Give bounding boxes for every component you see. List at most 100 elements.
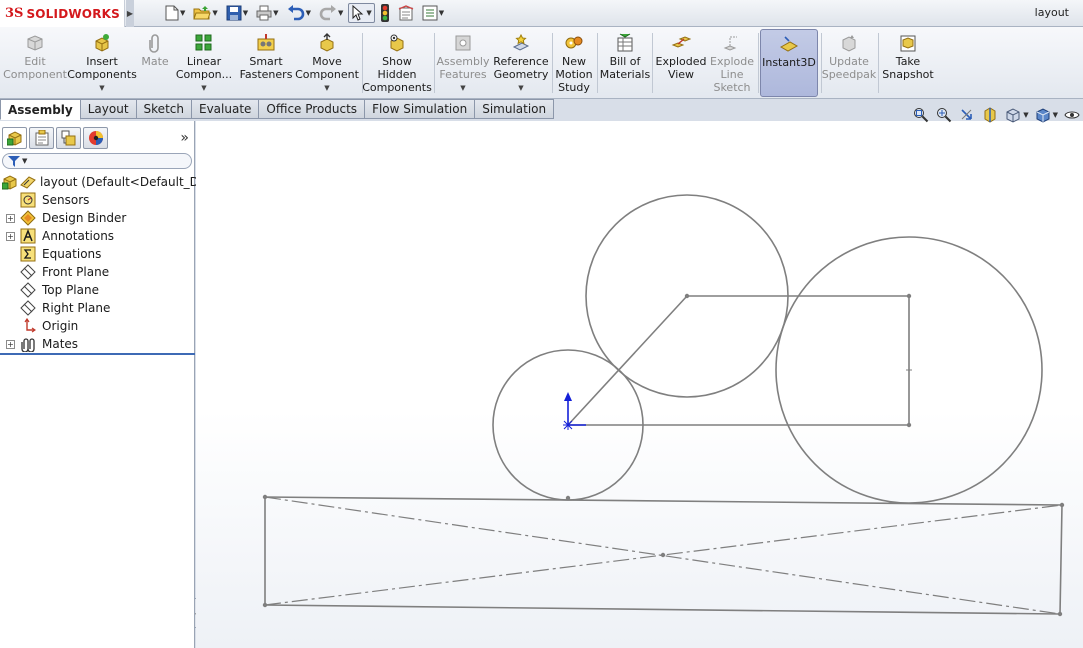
chevron-down-icon[interactable]: ▼ <box>306 9 311 17</box>
sketch-point[interactable] <box>660 552 666 558</box>
chevron-down-icon[interactable]: ▼ <box>243 9 248 17</box>
chevron-down-icon[interactable]: ▼ <box>460 82 465 95</box>
sketch-point[interactable] <box>262 602 268 608</box>
tab-sketch[interactable]: Sketch <box>136 99 192 119</box>
new-motion-study-button[interactable]: New Motion Study <box>554 29 594 97</box>
expand-plus-icon[interactable]: + <box>6 231 15 241</box>
sketch-point[interactable] <box>906 293 912 299</box>
smart-fasteners-button[interactable]: Smart Fasteners <box>238 29 294 97</box>
expand-plus-icon[interactable]: + <box>6 339 15 349</box>
tree-filter-input[interactable]: ▼ <box>2 153 192 169</box>
assembly-features-icon <box>455 35 471 51</box>
explode-line-sketch-label-2: Line <box>720 68 744 81</box>
bill-of-materials-label-2: Materials <box>599 68 651 81</box>
tree-item-annotations[interactable]: + Annotations <box>0 227 195 245</box>
chevron-down-icon[interactable]: ▼ <box>212 9 217 17</box>
sketch-line-diagonal[interactable] <box>567 295 688 426</box>
tree-item-right-plane[interactable]: Right Plane <box>0 299 195 317</box>
sketch-point[interactable] <box>684 293 690 299</box>
undo-button[interactable]: ▼ <box>284 3 314 23</box>
more-tabs-icon[interactable]: » <box>180 130 189 146</box>
tab-simulation[interactable]: Simulation <box>475 99 555 119</box>
explode-line-sketch-button[interactable]: Explode Line Sketch <box>708 29 756 97</box>
insert-components-button[interactable]: Insert Components ▼ <box>67 29 137 97</box>
tab-configuration-manager[interactable] <box>56 127 81 149</box>
undo-arrow-icon <box>287 5 304 21</box>
chevron-down-icon[interactable]: ▼ <box>518 82 523 95</box>
tree-item-top-plane[interactable]: Top Plane <box>0 281 195 299</box>
tab-featuremanager-tree[interactable] <box>2 127 27 149</box>
instant3d-button[interactable]: Instant3D <box>760 29 818 97</box>
linear-component-pattern-button[interactable]: Linear Compon... ▼ <box>176 29 232 97</box>
print-button[interactable]: ▼ <box>253 3 281 23</box>
tree-item-origin[interactable]: Origin <box>0 317 195 335</box>
chevron-down-icon[interactable]: ▼ <box>273 9 278 17</box>
edit-component-button[interactable]: Edit Component <box>3 29 67 97</box>
chevron-down-icon[interactable]: ▼ <box>1023 111 1028 119</box>
mate-button[interactable]: Mate <box>138 29 172 97</box>
chevron-down-icon[interactable]: ▼ <box>439 9 444 17</box>
edit-component-label-1: Edit <box>24 55 46 68</box>
chevron-down-icon[interactable]: ▼ <box>180 9 185 17</box>
save-button[interactable]: ▼ <box>223 3 251 23</box>
cursor-arrow-icon <box>352 5 364 21</box>
layout-sketch[interactable] <box>196 121 1083 648</box>
menu-expand-arrow-icon[interactable]: ▶ <box>126 0 134 27</box>
select-button[interactable]: ▼ <box>348 3 375 23</box>
tree-item-sensors[interactable]: Sensors <box>0 191 195 209</box>
sketch-point[interactable] <box>906 422 912 428</box>
tree-item-front-plane[interactable]: Front Plane <box>0 263 195 281</box>
tree-root-layout[interactable]: layout (Default<Default_Disp <box>0 173 216 191</box>
move-component-button[interactable]: Move Component ▼ <box>295 29 359 97</box>
chevron-down-icon[interactable]: ▼ <box>324 82 329 95</box>
file-properties-button[interactable] <box>395 3 417 23</box>
chevron-down-icon[interactable]: ▼ <box>366 9 371 17</box>
chevron-down-icon[interactable]: ▼ <box>99 82 104 95</box>
show-hidden-components-button[interactable]: Show Hidden Components <box>362 29 432 97</box>
insert-components-label-1: Insert <box>86 55 118 68</box>
tab-office-products[interactable]: Office Products <box>259 99 366 119</box>
tab-display-manager[interactable] <box>83 127 108 149</box>
toolbar-divider <box>878 33 879 93</box>
exploded-view-label-1: Exploded <box>655 55 707 68</box>
reference-geometry-button[interactable]: Reference Geometry ▼ <box>492 29 550 97</box>
tab-assembly[interactable]: Assembly <box>0 99 81 120</box>
tab-flow-simulation[interactable]: Flow Simulation <box>365 99 476 119</box>
tree-item-label: Right Plane <box>42 301 111 315</box>
chevron-down-icon[interactable]: ▼ <box>22 157 27 165</box>
redo-button[interactable]: ▼ <box>316 3 346 23</box>
options-button[interactable]: ▼ <box>419 3 447 23</box>
tree-item-equations[interactable]: Equations <box>0 245 195 263</box>
bill-of-materials-button[interactable]: Bill of Materials <box>600 29 650 97</box>
linear-component-label-2: Compon... <box>175 68 233 81</box>
sketch-point[interactable] <box>262 494 268 500</box>
expand-plus-icon[interactable]: + <box>6 213 15 223</box>
move-component-icon <box>320 33 334 52</box>
sensor-icon <box>20 192 36 208</box>
chevron-down-icon[interactable]: ▼ <box>1053 111 1058 119</box>
mate-label: Mate <box>141 55 169 68</box>
assembly-features-button[interactable]: Assembly Features ▼ <box>436 29 490 97</box>
rollback-bar[interactable] <box>0 353 195 355</box>
tree-item-design-binder[interactable]: + Design Binder <box>0 209 195 227</box>
tree-item-mates[interactable]: + Mates <box>0 335 195 353</box>
chevron-down-icon[interactable]: ▼ <box>201 82 206 95</box>
brand-name: SOLIDWORKS <box>26 6 120 21</box>
open-document-button[interactable]: ▼ <box>190 3 220 23</box>
tab-property-manager[interactable] <box>29 127 54 149</box>
chevron-down-icon[interactable]: ▼ <box>338 9 343 17</box>
solidworks-logo[interactable]: 3S SOLIDWORKS <box>0 0 125 27</box>
rebuild-button[interactable] <box>377 3 393 23</box>
new-document-button[interactable]: ▼ <box>162 3 188 23</box>
tab-evaluate[interactable]: Evaluate <box>191 99 260 119</box>
take-snapshot-button[interactable]: Take Snapshot <box>881 29 935 97</box>
tab-layout[interactable]: Layout <box>80 99 137 119</box>
sketch-point[interactable] <box>1057 611 1063 617</box>
sketch-point[interactable] <box>565 495 571 501</box>
edit-component-label-2: Component <box>3 68 67 81</box>
exploded-view-button[interactable]: Exploded View <box>655 29 707 97</box>
toolbar-divider <box>821 33 822 93</box>
display-manager-icon <box>88 131 103 145</box>
sketch-point[interactable] <box>1059 502 1065 508</box>
update-speedpak-button[interactable]: Update Speedpak <box>822 29 876 97</box>
